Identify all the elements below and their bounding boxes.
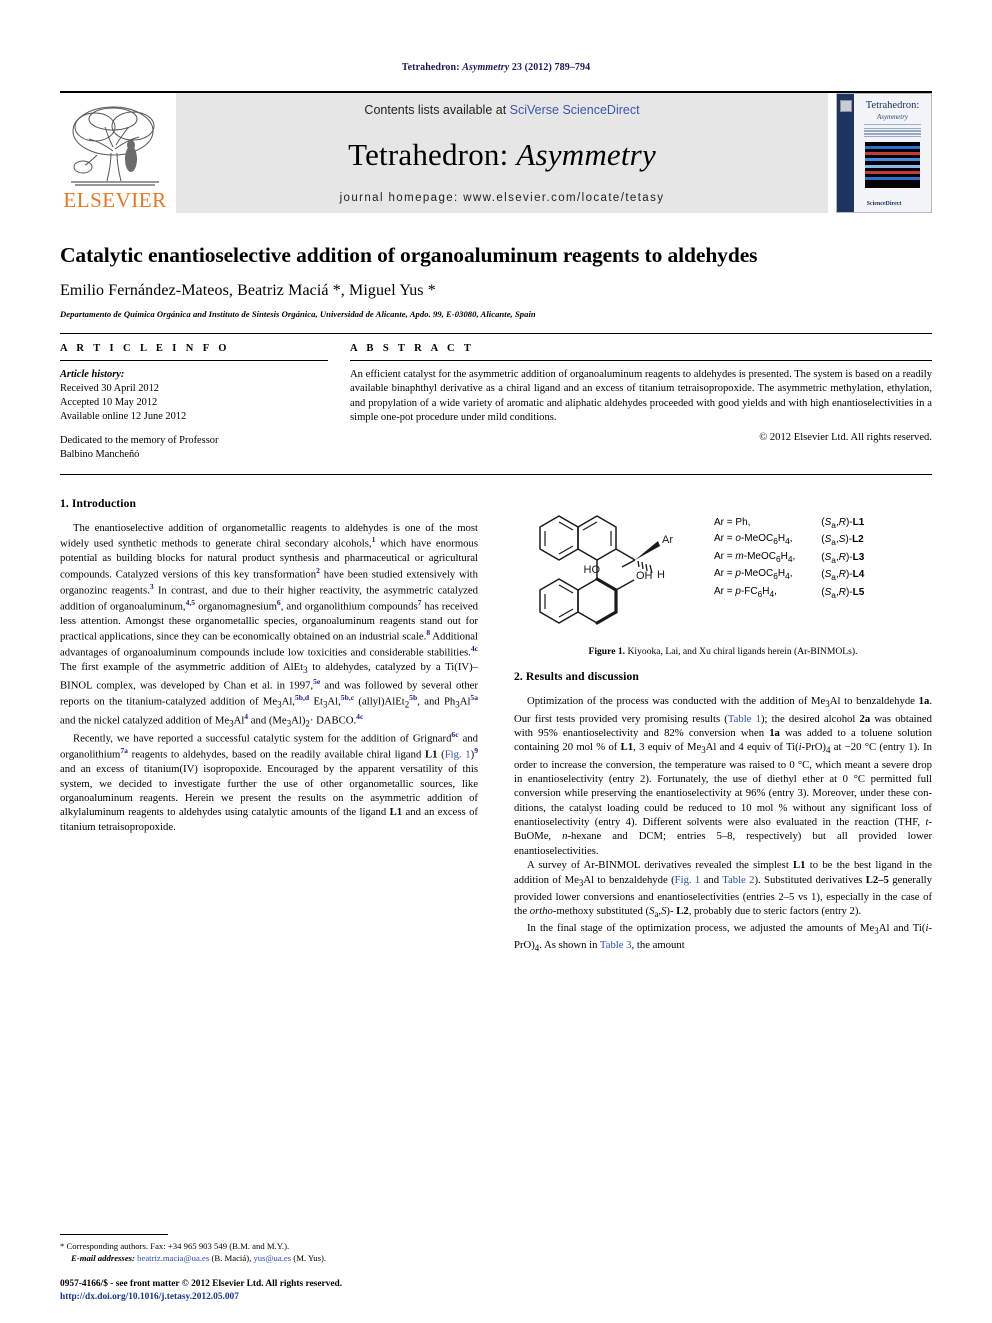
- corresponding-note-text: * Corresponding authors. Fax: +34 965 90…: [60, 1241, 290, 1252]
- contents-prefix: Contents lists available at: [364, 103, 510, 117]
- article-history: Article history: Received 30 April 2012 …: [60, 368, 328, 462]
- section-heading-introduction: 1. Introduction: [60, 497, 137, 510]
- elsevier-tree-icon: [71, 106, 159, 186]
- elsevier-logo: ELSEVIER: [60, 93, 170, 213]
- body-columns: 1. Introduction The enantioselective add…: [60, 497, 932, 956]
- legend-ligand-3: (Sa,R)-L3: [821, 551, 865, 565]
- abstract-text: An efficient catalyst for the asymmetric…: [350, 368, 932, 423]
- email-owner-1: (B. Maciá),: [211, 1253, 252, 1264]
- legend-ligand-1: (Sa,R)-L1: [821, 517, 865, 530]
- cover-artwork: [865, 142, 920, 189]
- cover-text-lines: [864, 127, 921, 138]
- legend-ligand-column: (Sa,R)-L1 (Sa,S)-L2 (Sa,R)-L3 (Sa,R)-L4 …: [821, 515, 864, 602]
- legend-ar-4: Ar = p-MeOC6H4,: [714, 568, 793, 582]
- intro-paragraph-1: The enantioselective addition of organom…: [60, 522, 479, 729]
- history-available: Available online 12 June 2012: [60, 410, 187, 422]
- section-heading-results: 2. Results and discussion: [514, 670, 639, 684]
- figure-1-caption-text: Kiyooka, Lai, and Xu chiral ligands here…: [627, 646, 858, 657]
- article-info-rule: [60, 359, 328, 361]
- journal-title-main: Tetrahedron:: [348, 136, 517, 172]
- label-h: H: [657, 569, 665, 581]
- abstract-column: A B S T R A C T An efficient catalyst fo…: [350, 343, 932, 462]
- journal-cover-thumbnail: Tetrahedron: Asymmetry ScienceDirect: [836, 93, 932, 213]
- abstract-label: A B S T R A C T: [350, 342, 475, 354]
- history-spacer: [60, 424, 328, 434]
- masthead-center: Contents lists available at SciVerse Sci…: [176, 93, 828, 213]
- issn-doi-block: 0957-4166/$ - see front matter © 2012 El…: [60, 1278, 478, 1305]
- email-link-2[interactable]: yus@ua.es: [253, 1253, 291, 1263]
- left-column: 1. Introduction The enantioselective add…: [60, 497, 478, 956]
- journal-homepage: journal homepage: www.elsevier.com/locat…: [339, 192, 665, 204]
- history-label: Article history:: [60, 368, 125, 380]
- label-ar: Ar: [662, 534, 673, 546]
- cover-logo-icon: [839, 100, 852, 112]
- email-label: E-mail addresses:: [71, 1253, 135, 1264]
- legend-ligand-2: (Sa,S)-L2: [821, 534, 864, 548]
- running-head: Tetrahedron: Asymmetry 23 (2012) 789–794: [60, 0, 932, 73]
- figure-1-row: Ar H HO OH Ar = Ph, Ar = o-MeOC6H4, Ar =…: [514, 497, 932, 637]
- cover-body: Tetrahedron: Asymmetry: [854, 94, 931, 189]
- page-footnotes: * Corresponding authors. Fax: +34 965 90…: [60, 1234, 478, 1305]
- label-oh: OH: [636, 570, 653, 582]
- history-received: Received 30 April 2012: [60, 382, 159, 394]
- article-info-column: A R T I C L E I N F O Article history: R…: [60, 343, 328, 462]
- legend-ligand-4: (Sa,R)-L4: [821, 569, 865, 583]
- dedication-line-2: Balbino Mancheñó: [60, 448, 140, 460]
- contents-available-line: Contents lists available at SciVerse Sci…: [364, 103, 639, 117]
- elsevier-wordmark: ELSEVIER: [63, 188, 167, 212]
- legend-ar-2: Ar = o-MeOC6H4,: [714, 533, 793, 547]
- legend-ar-1: Ar = Ph,: [714, 517, 751, 528]
- email-note: E-mail addresses: beatriz.macia@ua.es (B…: [60, 1252, 478, 1264]
- issn-line: 0957-4166/$ - see front matter © 2012 El…: [60, 1278, 343, 1289]
- figure-1-caption-label: Figure 1.: [588, 646, 626, 657]
- results-paragraph-3: In the final stage of the optimization p…: [514, 922, 932, 954]
- title-block: Catalytic enantioselective addition of o…: [60, 243, 932, 319]
- email-link-1[interactable]: beatriz.macia@ua.es: [137, 1253, 209, 1263]
- page-title: Catalytic enantioselective addition of o…: [60, 243, 758, 267]
- history-accepted: Accepted 10 May 2012: [60, 396, 158, 408]
- results-paragraph-2: A survey of Ar-BINMOL derivatives reveal…: [514, 859, 933, 920]
- info-abstract-block: A R T I C L E I N F O Article history: R…: [60, 332, 932, 475]
- article-info-label: A R T I C L E I N F O: [60, 342, 230, 354]
- chemical-structure-svg: Ar H HO OH: [539, 515, 673, 625]
- binmol-structure-diagram: Ar H HO OH: [514, 497, 714, 637]
- legend-ar-column: Ar = Ph, Ar = o-MeOC6H4, Ar = m-MeOC6H4,…: [714, 515, 795, 602]
- running-head-journal-italic: Asymmetry: [462, 62, 510, 73]
- legend-ar-3: Ar = m-MeOC6H4,: [714, 550, 796, 564]
- footnote-rule: [60, 1234, 168, 1236]
- journal-title-italic: Asymmetry: [516, 136, 656, 172]
- results-paragraph-1: Optimization of the process was conducte…: [514, 695, 932, 857]
- sciencedirect-link[interactable]: SciVerse ScienceDirect: [510, 103, 640, 117]
- cover-title: Tetrahedron:: [865, 100, 920, 111]
- figure-1-legend: Ar = Ph, Ar = o-MeOC6H4, Ar = m-MeOC6H4,…: [714, 497, 864, 602]
- legend-ligand-5: (Sa,R)-L5: [821, 586, 865, 600]
- right-column: Ar H HO OH Ar = Ph, Ar = o-MeOC6H4, Ar =…: [514, 497, 932, 956]
- journal-masthead: ELSEVIER Contents lists available at Sci…: [60, 91, 932, 213]
- label-ho: HO: [584, 564, 601, 576]
- email-owner-2: (M. Yus).: [293, 1253, 327, 1264]
- cover-divider: [864, 123, 921, 125]
- article-page: Tetrahedron: Asymmetry 23 (2012) 789–794: [0, 0, 992, 1323]
- author-list: Emilio Fernández-Mateos, Beatriz Maciá *…: [60, 281, 436, 299]
- abstract-rule: [350, 359, 932, 361]
- figure-1-caption: Figure 1. Kiyooka, Lai, and Xu chiral li…: [514, 646, 932, 658]
- running-head-citation: 23 (2012) 789–794: [511, 62, 591, 73]
- doi-link[interactable]: http://dx.doi.org/10.1016/j.tetasy.2012.…: [60, 1291, 478, 1305]
- intro-paragraph-2: Recently, we have reported a successful …: [60, 730, 478, 833]
- journal-title: Tetrahedron: Asymmetry: [348, 137, 656, 173]
- figure-1: Ar H HO OH Ar = Ph, Ar = o-MeOC6H4, Ar =…: [514, 497, 932, 658]
- legend-ar-5: Ar = p-FC6H4,: [714, 585, 777, 599]
- running-head-journal: Tetrahedron:: [401, 62, 460, 73]
- copyright-line: © 2012 Elsevier Ltd. All rights reserved…: [759, 432, 932, 444]
- cover-subtitle: Asymmetry: [876, 112, 909, 121]
- dedication-line-1: Dedicated to the memory of Professor: [60, 434, 219, 446]
- affiliation: Departamento de Química Orgánica and Ins…: [60, 308, 536, 319]
- corresponding-author-note: * Corresponding authors. Fax: +34 965 90…: [60, 1240, 478, 1252]
